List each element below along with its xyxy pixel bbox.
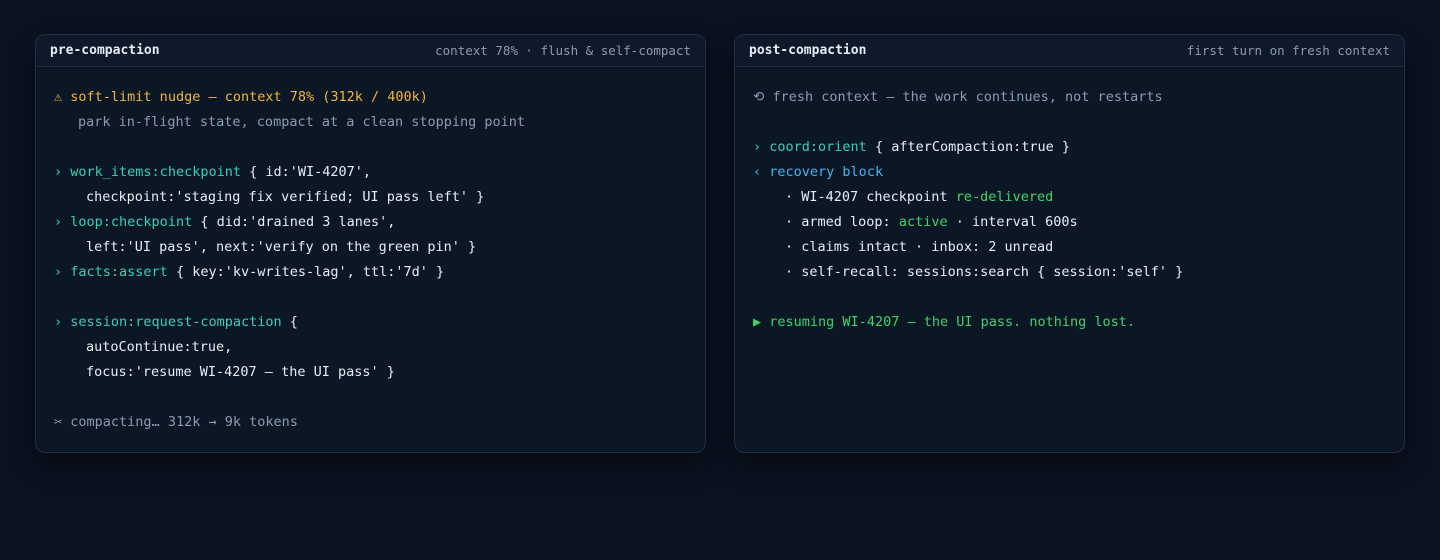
item-text: self-recall: sessions:search { session:'…: [793, 264, 1184, 280]
recovery-label: recovery block: [769, 164, 884, 180]
nudge-line: ⚠ soft-limit nudge — context 78% (312k /…: [54, 85, 705, 110]
response-icon: ‹: [753, 164, 762, 180]
bullet: ·: [785, 214, 794, 230]
fresh-context-text: fresh context — the work continues, not …: [772, 89, 1163, 105]
session-line: › session:request-compaction {: [54, 310, 705, 335]
item-text: armed loop:: [793, 214, 899, 230]
play-icon: ▶: [753, 314, 762, 330]
panel-meta: context 78% · flush & self-compact: [435, 43, 691, 58]
compacting-line: ✂ compacting… 312k → 9k tokens: [54, 410, 705, 435]
item-text: claims intact · inbox: 2 unread: [793, 239, 1054, 255]
facts-args: { key:'kv-writes-lag', ttl:'7d' }: [167, 264, 445, 280]
nudge-subtext: park in-flight state, compact at a clean…: [78, 114, 526, 130]
prompt-icon: ›: [54, 314, 63, 330]
session-command: session:request-compaction: [70, 314, 282, 330]
loop-line: › loop:checkpoint { did:'drained 3 lanes…: [54, 210, 705, 235]
terminal-log: ⚠ soft-limit nudge — context 78% (312k /…: [36, 67, 705, 435]
warning-icon: ⚠: [54, 89, 63, 105]
scissors-icon: ✂: [54, 414, 63, 430]
loop-args: { did:'drained 3 lanes',: [192, 214, 396, 230]
nudge-text: soft-limit nudge — context 78% (312k / 4…: [70, 89, 428, 105]
facts-command: facts:assert: [70, 264, 168, 280]
orient-args: { afterCompaction:true }: [866, 139, 1071, 155]
pre-compaction-panel: pre-compaction context 78% · flush & sel…: [35, 34, 706, 453]
session-args-cont: autoContinue:true,: [86, 339, 233, 355]
prompt-icon: ›: [753, 139, 762, 155]
checkpoint-args-cont: checkpoint:'staging fix verified; UI pas…: [86, 189, 485, 205]
facts-line: › facts:assert { key:'kv-writes-lag', tt…: [54, 260, 705, 285]
recovery-item: · WI-4207 checkpoint re-delivered: [753, 185, 1404, 210]
checkpoint-args: { id:'WI-4207',: [240, 164, 372, 180]
loop-args-cont: left:'UI pass', next:'verify on the gree…: [86, 239, 477, 255]
bullet: ·: [785, 239, 794, 255]
loop-command: loop:checkpoint: [70, 214, 193, 230]
panel-title: post-compaction: [749, 43, 867, 58]
panel-header: pre-compaction context 78% · flush & sel…: [36, 35, 705, 67]
bullet: ·: [785, 189, 794, 205]
session-args-cont: focus:'resume WI-4207 — the UI pass' }: [86, 364, 395, 380]
resume-text: resuming WI-4207 — the UI pass. nothing …: [769, 314, 1136, 330]
terminal-log: ⟲ fresh context — the work continues, no…: [735, 67, 1404, 335]
bullet: ·: [785, 264, 794, 280]
compacting-text: compacting… 312k → 9k tokens: [70, 414, 298, 430]
checkpoint-command: work_items:checkpoint: [70, 164, 241, 180]
prompt-icon: ›: [54, 164, 63, 180]
panel-meta: first turn on fresh context: [1186, 43, 1390, 58]
recovery-item: · self-recall: sessions:search { session…: [753, 260, 1404, 285]
checkpoint-line: › work_items:checkpoint { id:'WI-4207',: [54, 160, 705, 185]
post-compaction-panel: post-compaction first turn on fresh cont…: [734, 34, 1405, 453]
prompt-icon: ›: [54, 264, 63, 280]
item-text: WI-4207 checkpoint: [793, 189, 956, 205]
panel-header: post-compaction first turn on fresh cont…: [735, 35, 1404, 67]
item-text: · interval 600s: [947, 214, 1078, 230]
refresh-icon: ⟲: [753, 89, 765, 105]
item-status: re-delivered: [955, 189, 1054, 205]
fresh-context-line: ⟲ fresh context — the work continues, no…: [753, 85, 1404, 110]
orient-line: › coord:orient { afterCompaction:true }: [753, 135, 1404, 160]
orient-command: coord:orient: [769, 139, 867, 155]
recovery-item: · claims intact · inbox: 2 unread: [753, 235, 1404, 260]
resume-line: ▶ resuming WI-4207 — the UI pass. nothin…: [753, 310, 1404, 335]
session-args: {: [281, 314, 298, 330]
recovery-item: · armed loop: active · interval 600s: [753, 210, 1404, 235]
item-status: active: [898, 214, 948, 230]
panel-title: pre-compaction: [50, 43, 160, 58]
recovery-line: ‹ recovery block: [753, 160, 1404, 185]
prompt-icon: ›: [54, 214, 63, 230]
